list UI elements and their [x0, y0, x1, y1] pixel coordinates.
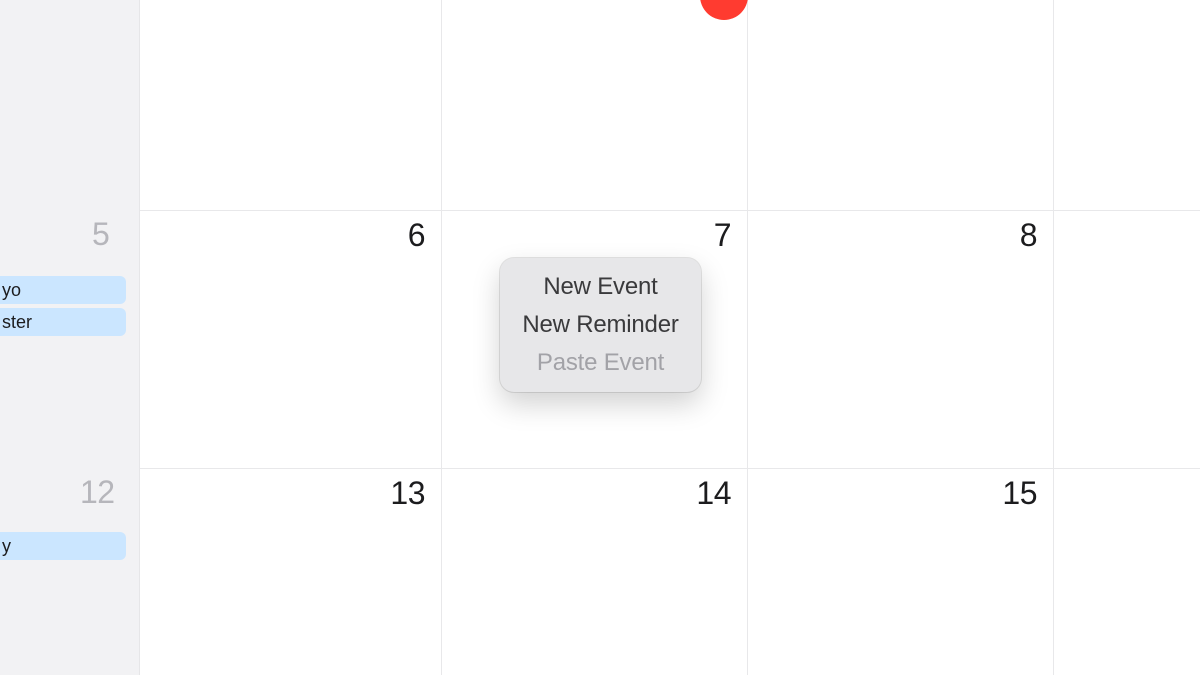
day-number-5-overlay: 5: [92, 216, 1184, 253]
menu-item-new-event[interactable]: New Event: [500, 268, 701, 306]
day-cell[interactable]: [136, 0, 442, 210]
sidebar: [0, 0, 140, 675]
context-menu: New Event New Reminder Paste Event: [500, 258, 701, 392]
event-title: y: [2, 536, 11, 556]
event-title: yo: [2, 280, 21, 300]
event-chip-overlay[interactable]: ster: [0, 308, 126, 336]
menu-item-new-reminder[interactable]: New Reminder: [500, 306, 701, 344]
calendar-grid: 5 6 7 8 12 13 14 15 yo ster: [0, 0, 1200, 675]
menu-item-paste-event: Paste Event: [500, 344, 701, 382]
event-chip-overlay[interactable]: yo: [0, 276, 126, 304]
event-title: ster: [2, 312, 32, 332]
day-cell[interactable]: [1054, 0, 1200, 210]
day-cell[interactable]: [442, 0, 748, 210]
event-chip-overlay[interactable]: y: [0, 532, 126, 560]
calendar-row: [0, 0, 1200, 210]
day-cell[interactable]: [748, 0, 1054, 210]
day-number-12-overlay: 12: [80, 474, 1184, 511]
